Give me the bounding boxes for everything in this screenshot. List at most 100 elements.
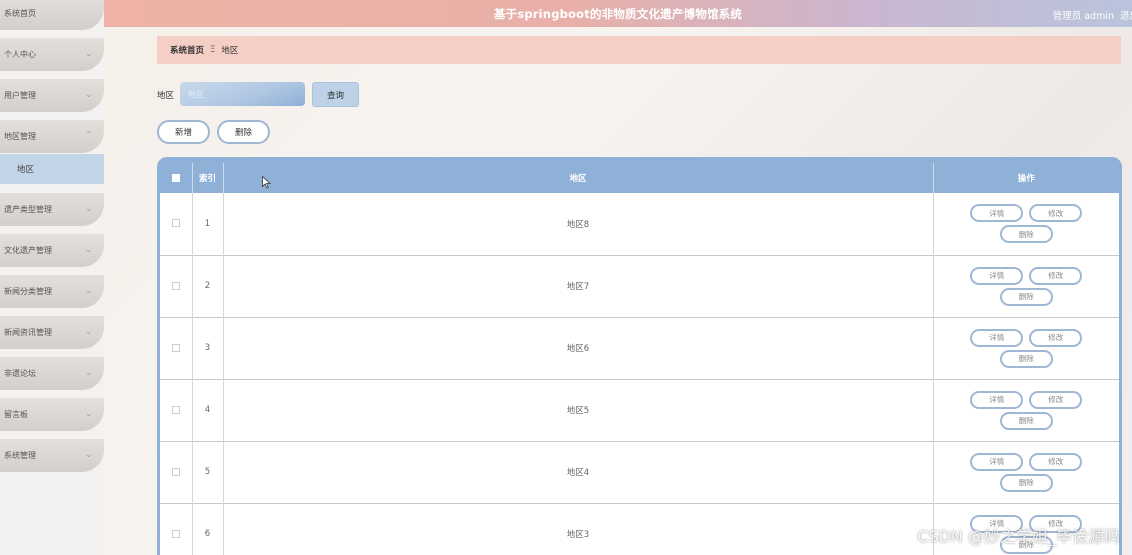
row-index: 3	[192, 317, 224, 379]
chevron-down-icon: ⌄	[85, 327, 92, 336]
row-ops: 详情 修改删除	[934, 266, 1120, 306]
row-index: 5	[192, 441, 224, 503]
row-region: 地区5	[223, 379, 934, 441]
sidebar-item-label: 遗产类型管理	[4, 205, 52, 214]
row-checkbox[interactable]	[171, 467, 180, 476]
edit-button[interactable]: 修改	[1029, 328, 1083, 347]
chevron-down-icon: ⌄	[85, 245, 92, 254]
chevron-down-icon: ⌄	[85, 409, 92, 418]
row-region: 地区6	[223, 317, 934, 379]
edit-button[interactable]: 修改	[1029, 390, 1083, 409]
sidebar-item-region-management[interactable]: 地区管理 ⌃	[0, 120, 104, 153]
row-region: 地区8	[223, 193, 934, 255]
table-row: 4 地区5 详情 修改 删除	[160, 379, 1119, 441]
search-label: 地区	[157, 91, 175, 101]
data-table-container: 索引 地区 操作 1 地区8 详情 修改 删除 2 地区7 详情 修改 删除 3 地区6 详情 修改 删除 4…	[157, 157, 1122, 555]
app-title: 基于springboot的非物质文化遗产博物馆系统	[493, 6, 743, 21]
delete-button[interactable]: 删除	[999, 287, 1053, 306]
sidebar-item-label: 留言板	[4, 410, 28, 419]
breadcrumb: 系统首页 Ξ 地区	[157, 36, 1121, 64]
delete-button[interactable]: 删除	[999, 225, 1053, 244]
detail-button[interactable]: 详情	[970, 328, 1024, 347]
main-content: 系统首页 Ξ 地区 地区 查询 新增 删除 索引 地区 操作 1地区8详情修	[104, 27, 1132, 555]
select-all-cell	[160, 163, 193, 193]
add-button[interactable]: 新增	[157, 120, 210, 144]
sidebar-subitem-region[interactable]: 地区	[0, 154, 104, 184]
sidebar-item-label: 系统管理	[4, 451, 36, 460]
row-checkbox[interactable]	[171, 219, 180, 228]
sidebar: 系统首页 个人中心 ⌄ 用户管理 ⌄ 地区管理 ⌃ 地区 遗产类型管理 ⌄ 文化…	[0, 0, 104, 555]
delete-button[interactable]: 删除	[999, 349, 1053, 368]
chevron-up-icon: ⌃	[85, 130, 92, 139]
sidebar-item-label: 地区管理	[4, 132, 36, 141]
breadcrumb-current: 地区	[221, 46, 239, 56]
row-ops-cell: 详情 修改删除	[933, 193, 1119, 255]
sidebar-item-users[interactable]: 用户管理 ⌄	[0, 79, 104, 112]
detail-button[interactable]: 详情	[970, 390, 1024, 409]
row-select-cell	[160, 503, 193, 555]
column-header-index: 索引	[192, 163, 224, 193]
sidebar-item-message-board[interactable]: 留言板 ⌄	[0, 398, 104, 431]
chevron-down-icon: ⌄	[85, 368, 92, 377]
batch-delete-button[interactable]: 删除	[217, 120, 270, 144]
table-row: 2 地区7 详情 修改 删除	[160, 255, 1119, 317]
table-row: 5 地区4 详情 修改 删除	[160, 441, 1119, 503]
chevron-down-icon: ⌄	[85, 450, 92, 459]
row-ops-top: 详情 修改	[970, 204, 1083, 223]
table-header-row: 索引 地区 操作	[160, 163, 1119, 193]
edit-button[interactable]: 修改	[1029, 266, 1083, 285]
sidebar-item-label: 新闻分类管理	[4, 287, 52, 296]
sidebar-item-forum[interactable]: 非遗论坛 ⌄	[0, 357, 104, 390]
sidebar-item-heritage-type[interactable]: 遗产类型管理 ⌄	[0, 193, 104, 226]
sidebar-item-cultural-heritage[interactable]: 文化遗产管理 ⌄	[0, 234, 104, 267]
sidebar-item-label: 非遗论坛	[4, 369, 36, 378]
row-select-cell	[160, 255, 193, 317]
row-index: 4	[192, 379, 224, 441]
row-select-cell	[160, 317, 193, 379]
delete-button[interactable]: 删除	[999, 473, 1053, 492]
sidebar-item-label: 用户管理	[4, 91, 36, 100]
edit-button[interactable]: 修改	[1029, 204, 1083, 223]
row-region: 地区4	[223, 441, 934, 503]
mouse-cursor-icon	[262, 176, 271, 189]
select-all-checkbox[interactable]	[171, 173, 180, 182]
chevron-down-icon: ⌄	[85, 90, 92, 99]
row-ops-cell: 详情 修改删除	[933, 379, 1119, 441]
search-button[interactable]: 查询	[312, 82, 359, 107]
search-input[interactable]	[180, 82, 305, 106]
chevron-down-icon: ⌄	[85, 49, 92, 58]
row-index: 2	[192, 255, 224, 317]
row-index: 1	[192, 193, 224, 255]
sidebar-item-system[interactable]: 系统管理 ⌄	[0, 439, 104, 472]
sidebar-subitem-label: 地区	[17, 165, 35, 175]
detail-button[interactable]: 详情	[970, 266, 1024, 285]
detail-button[interactable]: 详情	[970, 452, 1024, 471]
row-ops-top: 详情 修改	[970, 328, 1083, 347]
row-ops: 详情 修改删除	[934, 390, 1120, 430]
row-ops-cell: 详情 修改删除	[933, 317, 1119, 379]
table-row: 3 地区6 详情 修改 删除	[160, 317, 1119, 379]
row-select-cell	[160, 441, 193, 503]
row-ops-cell: 详情 修改删除	[933, 441, 1119, 503]
row-checkbox[interactable]	[171, 529, 180, 538]
row-ops-top: 详情 修改	[970, 266, 1083, 285]
row-region: 地区7	[223, 255, 934, 317]
delete-button[interactable]: 删除	[999, 411, 1053, 430]
top-header: 基于springboot的非物质文化遗产博物馆系统 管理员 admin 退出	[104, 0, 1132, 27]
row-ops-top: 详情 修改	[970, 390, 1083, 409]
row-checkbox[interactable]	[171, 343, 180, 352]
row-checkbox[interactable]	[171, 281, 180, 290]
breadcrumb-home[interactable]: 系统首页	[170, 44, 204, 56]
sidebar-item-label: 新闻资讯管理	[4, 328, 52, 337]
sidebar-item-news-category[interactable]: 新闻分类管理 ⌄	[0, 275, 104, 308]
sidebar-item-news[interactable]: 新闻资讯管理 ⌄	[0, 316, 104, 349]
sidebar-item-label: 文化遗产管理	[4, 246, 52, 255]
row-checkbox[interactable]	[171, 405, 180, 414]
sidebar-item-home[interactable]: 系统首页	[0, 0, 104, 30]
logout-link[interactable]: 退出	[1120, 8, 1132, 22]
breadcrumb-separator: Ξ	[210, 45, 216, 55]
detail-button[interactable]: 详情	[970, 204, 1024, 223]
edit-button[interactable]: 修改	[1029, 452, 1083, 471]
row-ops: 详情 修改删除	[934, 452, 1120, 492]
sidebar-item-profile[interactable]: 个人中心 ⌄	[0, 38, 104, 71]
